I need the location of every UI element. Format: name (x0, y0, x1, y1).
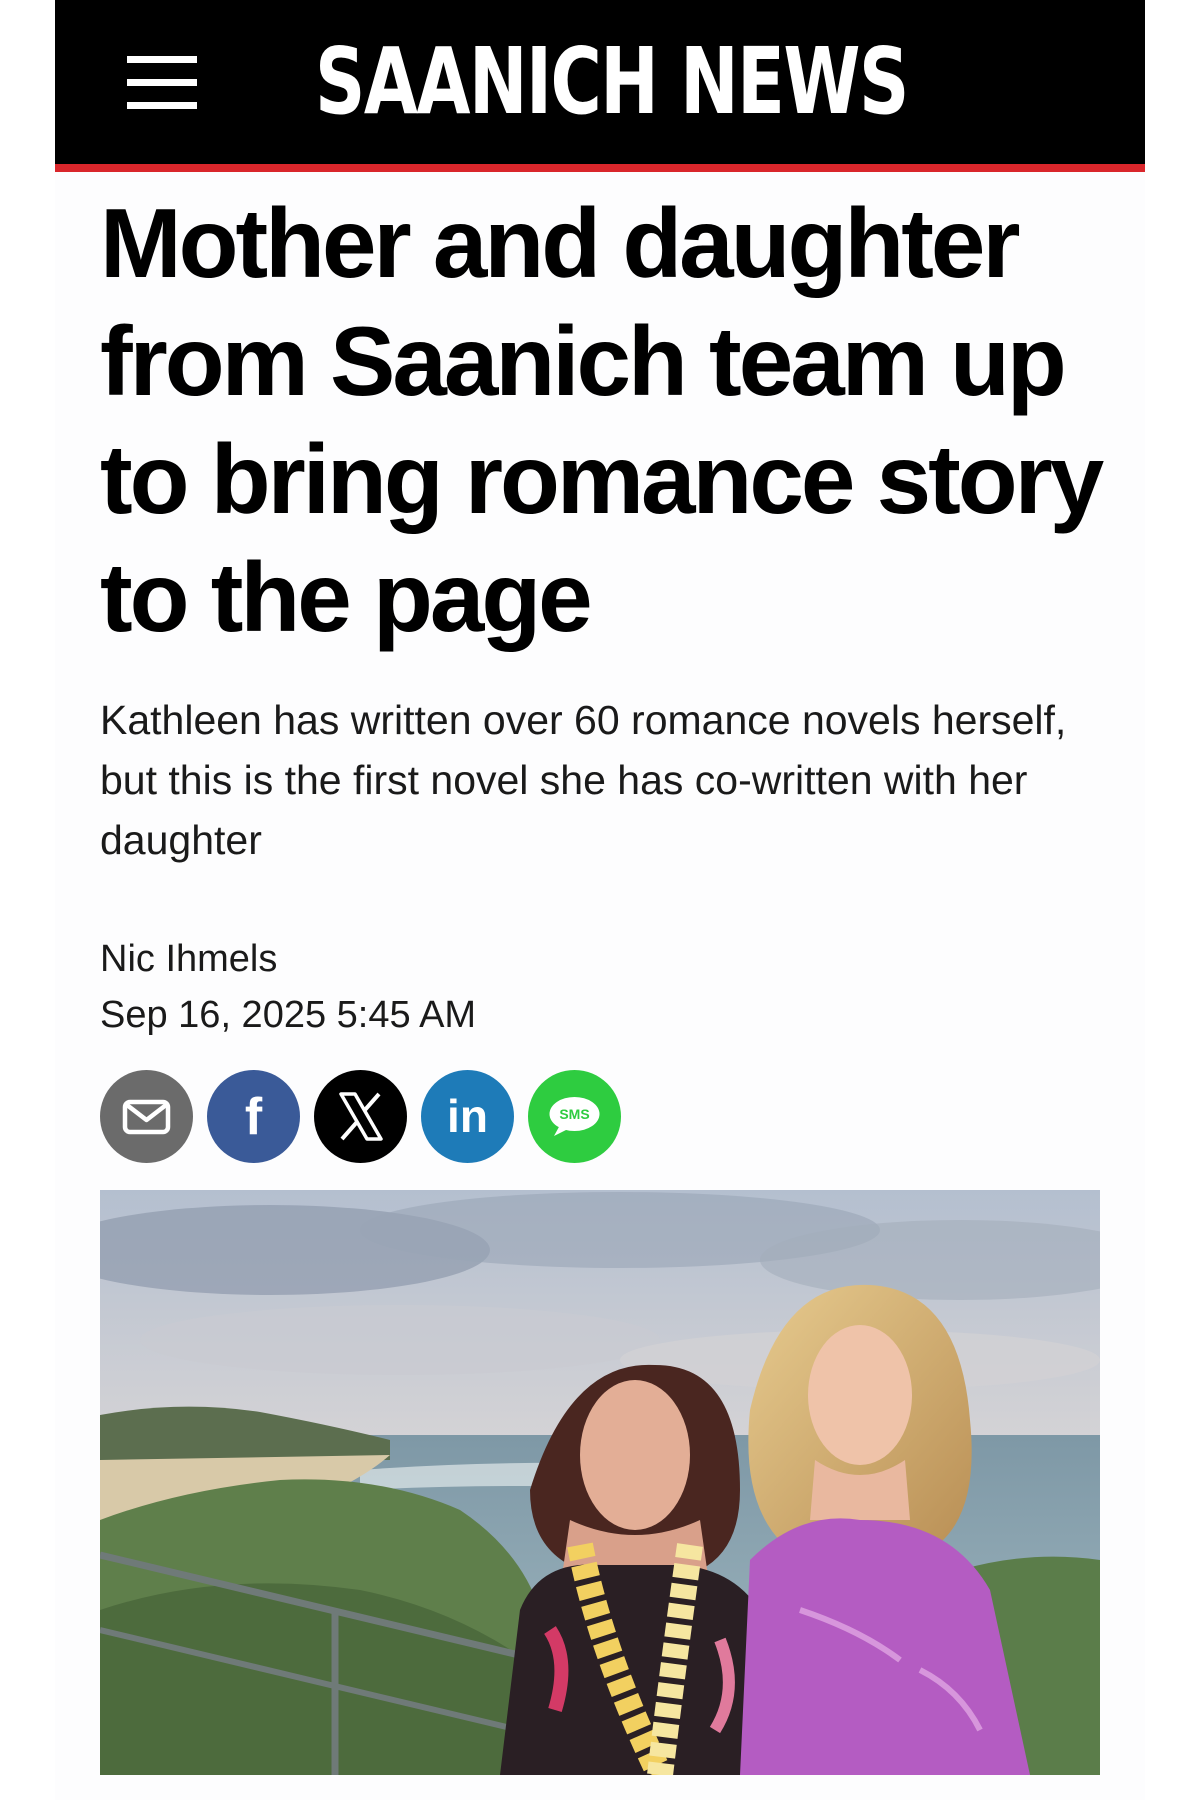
sms-share-button[interactable]: SMS (528, 1070, 621, 1163)
site-header: SAANICH NEWS (55, 0, 1145, 172)
article-page: SAANICH NEWS Mother and daughter from Sa… (55, 0, 1145, 1800)
facebook-label: f (245, 1088, 263, 1146)
sms-bubble-icon: SMS (528, 1070, 621, 1163)
email-share-button[interactable] (100, 1070, 193, 1163)
facebook-icon: f (207, 1070, 300, 1163)
facebook-share-button[interactable]: f (207, 1070, 300, 1163)
x-logo-icon (314, 1070, 407, 1163)
article-date: Sep 16, 2025 5:45 AM (100, 994, 477, 1036)
article-headline: Mother and daughter from Saanich team up… (100, 188, 1104, 652)
linkedin-share-button[interactable]: in (421, 1070, 514, 1163)
linkedin-icon: in (421, 1070, 514, 1163)
hamburger-menu-icon[interactable] (127, 52, 197, 112)
x-share-button[interactable] (314, 1070, 407, 1163)
article-subheadline: Kathleen has written over 60 romance nov… (100, 697, 1067, 863)
linkedin-label: in (447, 1090, 488, 1142)
article-author[interactable]: Nic Ihmels (100, 934, 277, 984)
sms-label: SMS (559, 1106, 589, 1122)
article-photo-image (100, 1190, 1100, 1775)
site-logo[interactable]: SAANICH NEWS (315, 22, 909, 142)
envelope-icon (100, 1070, 193, 1163)
article-photo[interactable] (100, 1190, 1100, 1775)
